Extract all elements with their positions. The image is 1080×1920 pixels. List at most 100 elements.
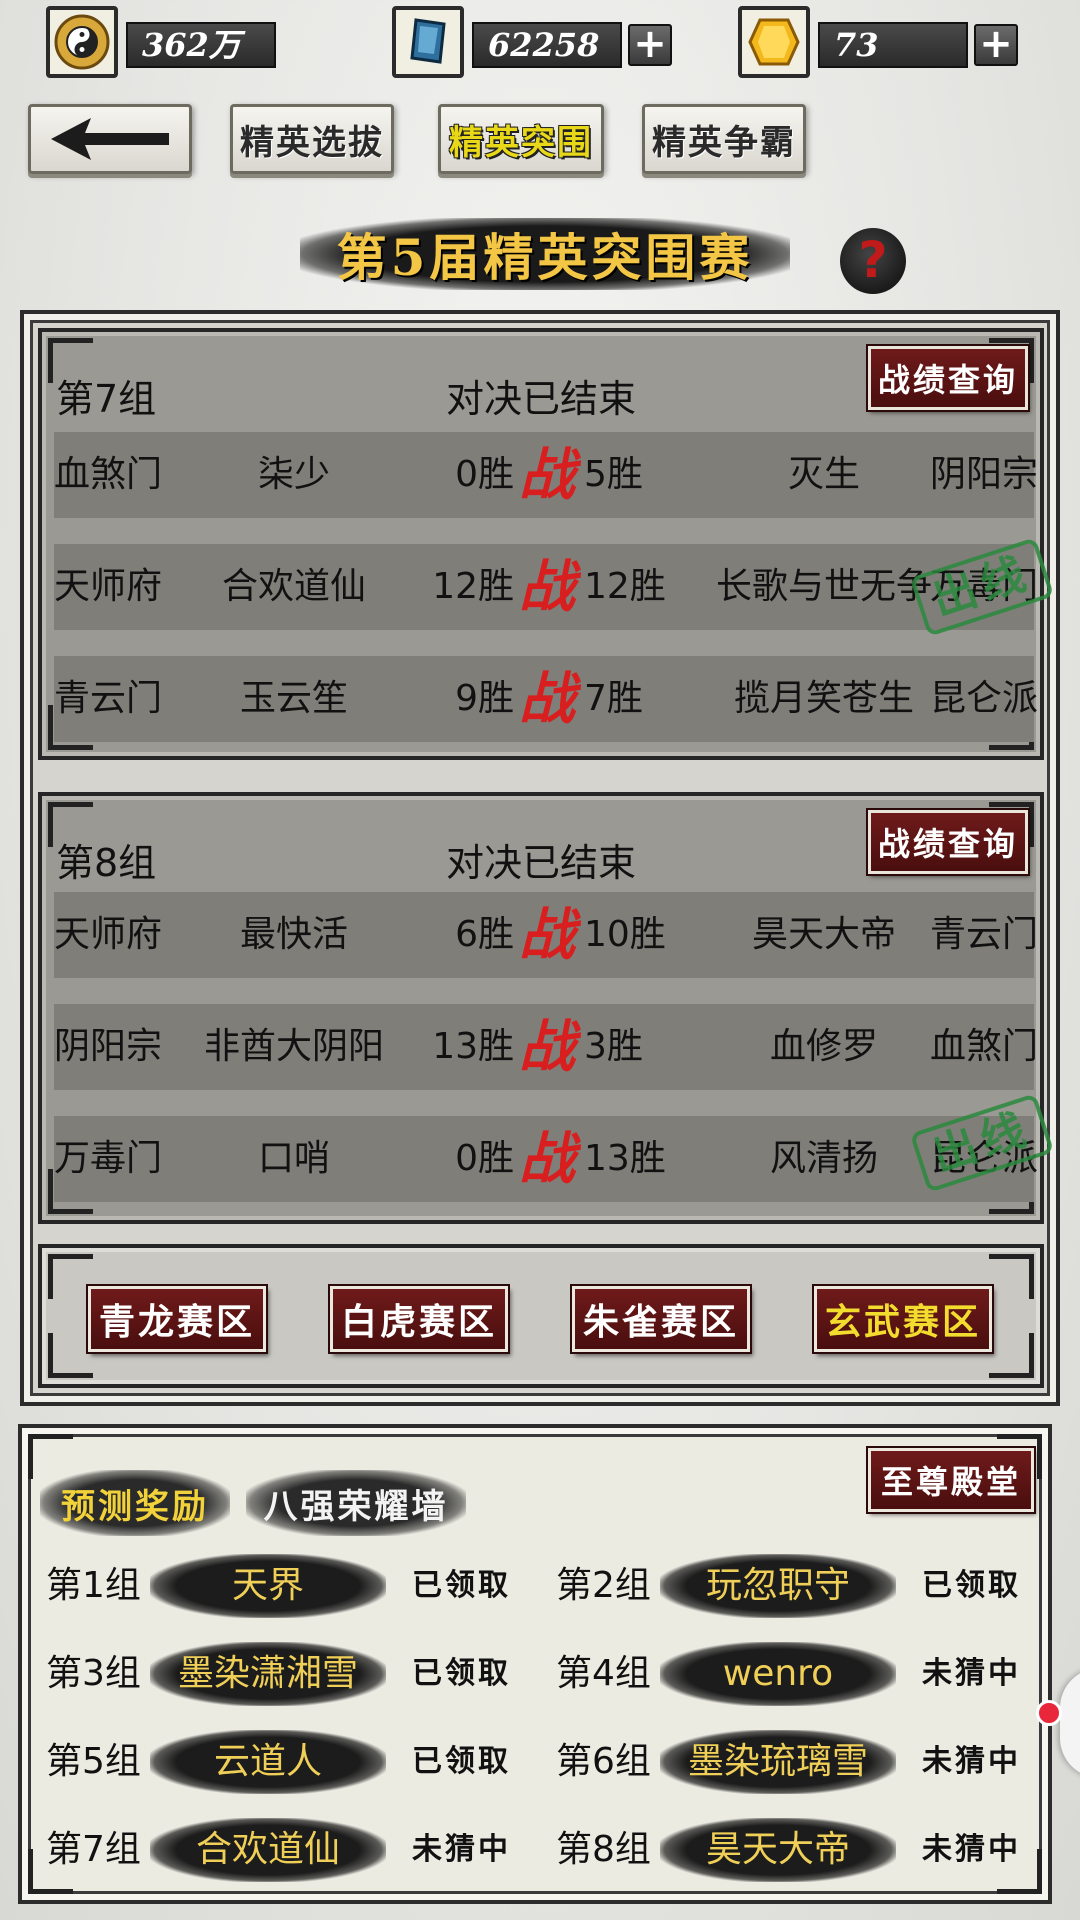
group-title: 第7组 [56, 377, 157, 421]
prediction-name: 昊天大帝 [660, 1818, 896, 1882]
record-query-button[interactable]: 战绩查询 [866, 808, 1030, 876]
region-zhuque-button[interactable]: 朱雀赛区 [570, 1284, 752, 1354]
prediction-status: 未猜中 [922, 1832, 1021, 1867]
resource-coins: 362万 [46, 6, 286, 78]
wins-right: 7胜 [584, 678, 643, 719]
region-baihu-button[interactable]: 白虎赛区 [328, 1284, 510, 1354]
prediction-status: 已领取 [922, 1568, 1021, 1603]
group-box-7: 第7组 对决已结束 战绩查询 血煞门 柒少 0胜 战 5胜 灭生 阴阳宗 天师府… [38, 328, 1055, 760]
record-query-button[interactable]: 战绩查询 [866, 344, 1030, 412]
prediction-group: 第4组 [556, 1653, 651, 1694]
group-box-8: 第8组 对决已结束 战绩查询 天师府 最快活 6胜 战 10胜 昊天大帝 青云门… [38, 792, 1055, 1224]
crystals-plus-button[interactable]: + [628, 24, 672, 66]
notification-dot [1036, 1700, 1062, 1726]
crystals-value: 62258 [472, 22, 622, 68]
wins-left: 13胜 [432, 1026, 514, 1067]
vs-mark: 战 [519, 666, 575, 732]
back-arrow-icon [51, 118, 169, 160]
tab-elite-championship[interactable]: 精英争霸 [642, 104, 806, 174]
wins-left: 12胜 [432, 566, 514, 607]
help-button[interactable]: ? [840, 228, 906, 294]
prediction-item: 第4组 wenro 未猜中 [556, 1634, 1056, 1714]
match-panel: 第7组 对决已结束 战绩查询 血煞门 柒少 0胜 战 5胜 灭生 阴阳宗 天师府… [20, 310, 1060, 1406]
player-left: 合欢道仙 [221, 566, 366, 607]
resource-crystals: 62258 + [392, 6, 672, 78]
prediction-group: 第3组 [46, 1653, 141, 1694]
vs-mark: 战 [519, 1014, 575, 1080]
coins-value: 362万 [126, 22, 276, 68]
sect-left: 血煞门 [54, 454, 163, 495]
prediction-name: wenro [660, 1642, 896, 1706]
match-row: 血煞门 柒少 0胜 战 5胜 灭生 阴阳宗 [54, 432, 1038, 518]
prediction-item: 第2组 玩忽职守 已领取 [556, 1546, 1056, 1626]
gold-plus-button[interactable]: + [974, 24, 1018, 66]
prediction-group: 第2组 [556, 1565, 651, 1606]
wins-right: 10胜 [584, 914, 666, 955]
sect-right: 青云门 [929, 914, 1038, 955]
vs-mark: 战 [519, 554, 575, 620]
tab-elite-selection[interactable]: 精英选拔 [230, 104, 394, 174]
player-left: 口哨 [257, 1138, 330, 1179]
prediction-status: 已领取 [412, 1656, 511, 1691]
wins-right: 3胜 [584, 1026, 643, 1067]
gold-value: 73 [818, 22, 968, 68]
sect-left: 天师府 [54, 914, 163, 955]
prediction-item: 第6组 墨染琉璃雪 未猜中 [556, 1722, 1056, 1802]
wins-right: 5胜 [584, 454, 643, 495]
region-xuanwu-button[interactable]: 玄武赛区 [812, 1284, 994, 1354]
match-row: 万毒门 口哨 0胜 战 13胜 风清扬 昆仑派 出线 [54, 1093, 1055, 1202]
prediction-status: 未猜中 [412, 1832, 511, 1867]
player-left: 最快活 [239, 914, 348, 955]
sect-right: 血煞门 [929, 1026, 1038, 1067]
prediction-name: 合欢道仙 [150, 1818, 386, 1882]
sect-left: 阴阳宗 [54, 1026, 163, 1067]
match-row: 阴阳宗 非酋大阴阳 13胜 战 3胜 血修罗 血煞门 [54, 1004, 1038, 1090]
tab-prediction-rewards[interactable]: 预测奖励 [40, 1470, 230, 1536]
wins-left: 9胜 [455, 678, 514, 719]
wins-left: 0胜 [455, 1138, 514, 1179]
prediction-name: 玩忽职守 [660, 1554, 896, 1618]
prediction-item: 第7组 合欢道仙 未猜中 [46, 1810, 546, 1890]
region-qinglong-button[interactable]: 青龙赛区 [86, 1284, 268, 1354]
prediction-group: 第6组 [556, 1741, 651, 1782]
prediction-group: 第7组 [46, 1829, 141, 1870]
vs-mark: 战 [519, 902, 575, 968]
match-row: 青云门 玉云笙 9胜 战 7胜 揽月笑苍生 昆仑派 [54, 656, 1038, 742]
group-title: 第8组 [56, 841, 157, 885]
prediction-status: 未猜中 [922, 1744, 1021, 1779]
tab-top8-honor-wall[interactable]: 八强荣耀墙 [246, 1470, 466, 1536]
prediction-name: 墨染琉璃雪 [660, 1730, 896, 1794]
vs-mark: 战 [519, 1126, 575, 1192]
back-button[interactable] [28, 104, 192, 174]
gold-ingot-icon [738, 6, 810, 78]
player-left: 非酋大阴阳 [203, 1026, 384, 1067]
page-title: 第5届精英突围赛 [300, 218, 790, 290]
player-left: 玉云笙 [239, 678, 348, 719]
prediction-panel: 预测奖励 八强荣耀墙 至尊殿堂 第1组 天界 已领取 第2组 玩忽职守 已领取 … [18, 1424, 1052, 1904]
prediction-name: 云道人 [150, 1730, 386, 1794]
prediction-item: 第8组 昊天大帝 未猜中 [556, 1810, 1056, 1890]
sect-right: 昆仑派 [929, 678, 1038, 719]
vs-mark: 战 [519, 442, 575, 508]
prediction-name: 墨染潇湘雪 [150, 1642, 386, 1706]
prediction-group: 第5组 [46, 1741, 141, 1782]
wins-left: 6胜 [455, 914, 514, 955]
prediction-group: 第8组 [556, 1829, 651, 1870]
prediction-item: 第1组 天界 已领取 [46, 1546, 546, 1626]
region-selector: 青龙赛区 白虎赛区 朱雀赛区 玄武赛区 [38, 1244, 1044, 1388]
prediction-status: 已领取 [412, 1568, 511, 1603]
player-left: 柒少 [257, 454, 330, 495]
sect-left: 青云门 [54, 678, 163, 719]
sect-left: 天师府 [54, 566, 163, 607]
resource-gold: 73 + [738, 6, 1018, 78]
prediction-status: 已领取 [412, 1744, 511, 1779]
floating-assistant-handle[interactable] [1060, 1668, 1080, 1778]
tab-elite-breakout[interactable]: 精英突围 [438, 104, 604, 174]
sect-left: 万毒门 [54, 1138, 163, 1179]
wins-left: 0胜 [455, 454, 514, 495]
blue-crystal-icon [392, 6, 464, 78]
yin-yang-coin-icon [46, 6, 118, 78]
wins-right: 12胜 [584, 566, 666, 607]
supreme-hall-button[interactable]: 至尊殿堂 [866, 1446, 1036, 1514]
sect-right: 阴阳宗 [929, 454, 1038, 495]
